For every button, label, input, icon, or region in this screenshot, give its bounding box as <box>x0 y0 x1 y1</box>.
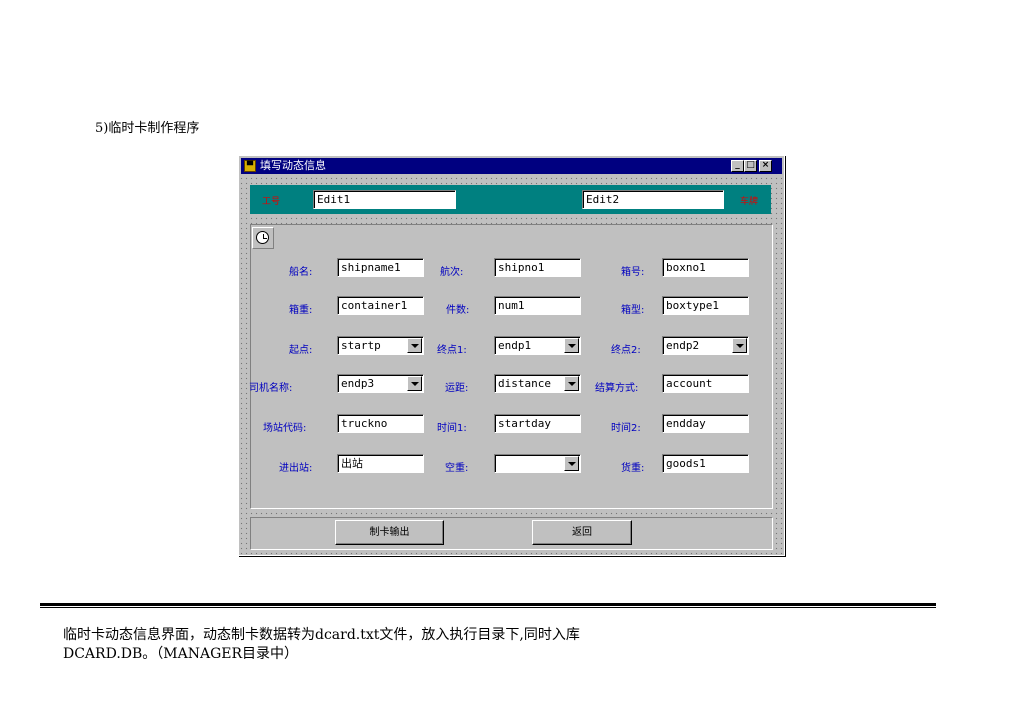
caption: 临时卡动态信息界面，动态制卡数据转为dcard.txt文件，放入执行目录下,同时… <box>63 626 580 664</box>
driver-name-select[interactable]: endp3 <box>337 374 424 393</box>
box-weight-field[interactable]: container1 <box>337 296 424 315</box>
end-point1-select[interactable]: endp1 <box>494 336 581 355</box>
end-point1-label: 终点1: <box>437 345 467 356</box>
end-point1-value: endp1 <box>498 339 532 352</box>
time2-field[interactable]: endday <box>662 414 749 433</box>
settlement-field[interactable]: account <box>662 374 749 393</box>
caption-line-2: DCARD.DB。（MANAGER目录中） <box>63 646 299 662</box>
box-no-label: 箱号: <box>621 267 645 278</box>
box-type-label: 箱型: <box>621 305 645 316</box>
chevron-down-icon[interactable] <box>407 376 422 391</box>
time1-field[interactable]: startday <box>494 414 581 433</box>
minimize-button[interactable]: _ <box>731 160 744 172</box>
end-point2-label: 终点2: <box>611 345 641 356</box>
app-icon[interactable]: ▀ <box>244 160 256 172</box>
ship-name-label: 船名: <box>289 267 313 278</box>
divider-line <box>40 603 936 606</box>
ship-name-field[interactable]: shipname1 <box>337 258 424 277</box>
cargo-weight-label: 货重: <box>621 463 645 474</box>
caption-line-1: 临时卡动态信息界面，动态制卡数据转为dcard.txt文件，放入执行目录下,同时… <box>63 627 580 643</box>
box-type-field[interactable]: boxtype1 <box>662 296 749 315</box>
settlement-label: 结算方式: <box>595 383 639 394</box>
cargo-weight-field[interactable]: goods1 <box>662 454 749 473</box>
worker-id-label: 工号 <box>262 197 281 207</box>
clock-icon <box>256 231 269 244</box>
close-button[interactable]: × <box>759 160 772 172</box>
edit2-field[interactable]: Edit2 <box>582 190 724 209</box>
voyage-label: 航次: <box>440 267 464 278</box>
empty-heavy-label: 空重: <box>445 463 469 474</box>
chevron-down-icon[interactable] <box>564 338 579 353</box>
dialog-window: ▀ 填写动态信息 _ □ × 工号 Edit1 Edit2 车牌 船名: shi… <box>238 155 785 556</box>
empty-heavy-select[interactable] <box>494 454 581 473</box>
issue-card-button[interactable]: 制卡输出 <box>335 520 444 545</box>
edit1-field[interactable]: Edit1 <box>313 190 456 209</box>
start-point-value: startp <box>341 339 381 352</box>
start-point-label: 起点: <box>289 345 313 356</box>
divider-line-thin <box>40 607 936 608</box>
box-no-field[interactable]: boxno1 <box>662 258 749 277</box>
driver-name-label: 司机名称: <box>249 383 293 394</box>
box-weight-label: 箱重: <box>289 305 313 316</box>
distance-value: distance <box>498 377 551 390</box>
driver-name-value: endp3 <box>341 377 375 390</box>
chevron-down-icon[interactable] <box>732 338 747 353</box>
voyage-field[interactable]: shipno1 <box>494 258 581 277</box>
in-out-field[interactable]: 出站 <box>337 454 424 473</box>
time2-label: 时间2: <box>611 423 641 434</box>
in-out-label: 进出站: <box>279 463 313 474</box>
section-heading: 5)临时卡制作程序 <box>95 121 200 136</box>
clock-button[interactable] <box>252 227 274 249</box>
end-point2-select[interactable]: endp2 <box>662 336 749 355</box>
chevron-down-icon[interactable] <box>407 338 422 353</box>
window-title: 填写动态信息 <box>260 159 326 172</box>
distance-select[interactable]: distance <box>494 374 581 393</box>
button-band <box>250 517 773 550</box>
end-point2-value: endp2 <box>666 339 700 352</box>
maximize-button[interactable]: □ <box>744 160 757 172</box>
plate-label: 车牌 <box>740 197 759 207</box>
header-band: 工号 Edit1 Edit2 车牌 <box>250 185 771 214</box>
start-point-select[interactable]: startp <box>337 336 424 355</box>
title-bar[interactable]: ▀ 填写动态信息 _ □ × <box>241 158 782 174</box>
back-button[interactable]: 返回 <box>532 520 632 545</box>
pieces-label: 件数: <box>446 305 470 316</box>
yard-code-field[interactable]: truckno <box>337 414 424 433</box>
distance-label: 运距: <box>445 383 469 394</box>
pieces-field[interactable]: num1 <box>494 296 581 315</box>
time1-label: 时间1: <box>437 423 467 434</box>
yard-code-label: 场站代码: <box>263 423 307 434</box>
chevron-down-icon[interactable] <box>564 376 579 391</box>
chevron-down-icon[interactable] <box>564 456 579 471</box>
